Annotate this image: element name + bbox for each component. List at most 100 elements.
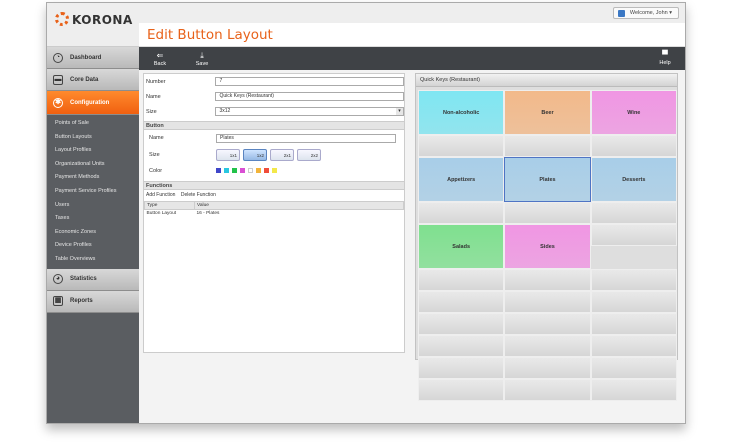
- quick-key-empty[interactable]: [590, 335, 677, 357]
- quick-key-empty[interactable]: [590, 224, 677, 246]
- size-2x1-button[interactable]: 2x1: [270, 148, 294, 161]
- add-function-button[interactable]: Add Function: [146, 192, 175, 198]
- button-name-row: Name Plates: [144, 130, 404, 146]
- sidebar-item-label: Reports: [70, 298, 93, 305]
- chevron-down-icon: ▾: [396, 108, 403, 115]
- quick-key-empty[interactable]: [504, 313, 591, 335]
- quick-key-sides[interactable]: Sides: [504, 224, 591, 269]
- report-icon: ▦: [53, 296, 63, 307]
- title-bar: Edit Button Layout: [139, 23, 685, 47]
- quick-key-salads[interactable]: Salads: [418, 224, 505, 269]
- quick-key-empty[interactable]: [590, 379, 677, 401]
- submenu-item-users[interactable]: Users: [47, 199, 139, 213]
- sidebar-item-statistics[interactable]: ◕ Statistics: [47, 268, 139, 291]
- sidebar-item-label: Statistics: [70, 276, 97, 283]
- quick-key-empty[interactable]: [418, 379, 505, 401]
- cell-type: Button Layout: [146, 211, 177, 216]
- color-swatch[interactable]: [224, 168, 229, 173]
- quick-key-empty[interactable]: [504, 291, 591, 313]
- save-label: Save: [195, 60, 209, 67]
- submenu-item-economic-zones[interactable]: Economic Zones: [47, 226, 139, 240]
- quick-key-empty[interactable]: [590, 357, 677, 379]
- quick-key-plates[interactable]: Plates: [504, 157, 591, 202]
- button-name-input[interactable]: Plates: [216, 133, 396, 143]
- quick-key-empty[interactable]: [504, 202, 591, 224]
- welcome-text: Welcome, John: [629, 10, 668, 16]
- layout-form: Number 7 Name Quick Keys (Restaurant) Si…: [143, 73, 405, 353]
- quick-key-empty[interactable]: [504, 379, 591, 401]
- quick-key-empty[interactable]: [590, 135, 677, 157]
- quick-keys-grid: Non-alcoholic Beer Wine Appetizers Plate…: [418, 90, 677, 401]
- button-size-label: Size: [149, 151, 160, 158]
- sidebar-item-reports[interactable]: ▦ Reports: [47, 290, 139, 313]
- submenu-item-points-of-sale[interactable]: Points of Sale: [47, 117, 139, 131]
- logo-text: KORONA: [72, 13, 133, 27]
- quick-key-empty[interactable]: [418, 335, 505, 357]
- sidebar-item-configuration[interactable]: ✱ Configuration: [47, 91, 139, 115]
- submenu-item-payment-methods[interactable]: Payment Methods: [47, 171, 139, 185]
- gear-icon: ✱: [53, 97, 63, 108]
- submenu-item-payment-service-profiles[interactable]: Payment Service Profiles: [47, 185, 139, 199]
- quick-key-empty[interactable]: [590, 202, 677, 224]
- quick-key-desserts[interactable]: Desserts: [590, 157, 677, 202]
- quick-key-empty[interactable]: [504, 135, 591, 157]
- size-select[interactable]: 3x12 ▾: [215, 107, 404, 116]
- sidebar-item-label: Configuration: [70, 99, 110, 106]
- back-label: Back: [153, 60, 167, 67]
- app-window: KORONA ◔ Dashboard ▬ Core Data ✱ Configu…: [46, 2, 686, 424]
- size-2x2-button[interactable]: 2x2: [297, 148, 321, 161]
- user-icon: [617, 10, 625, 17]
- color-swatch[interactable]: [232, 168, 237, 173]
- quick-key-empty[interactable]: [418, 135, 505, 157]
- submenu-item-table-overviews[interactable]: Table Overviews: [47, 253, 139, 267]
- save-button[interactable]: ⤓ Save: [181, 51, 223, 67]
- quick-key-empty[interactable]: [418, 202, 505, 224]
- color-swatch[interactable]: [248, 168, 253, 173]
- cell-value: 16 - Plates: [196, 211, 220, 216]
- quick-key-empty[interactable]: [590, 291, 677, 313]
- submenu-item-taxes[interactable]: Taxes: [47, 212, 139, 226]
- quick-key-empty[interactable]: [418, 269, 505, 291]
- name-input[interactable]: Quick Keys (Restaurant): [215, 92, 404, 101]
- quick-key-empty[interactable]: [418, 313, 505, 335]
- size-1x2-button[interactable]: 1x2: [243, 148, 267, 161]
- color-swatch[interactable]: [264, 168, 269, 173]
- back-button[interactable]: ⇐ Back: [139, 51, 181, 67]
- quick-key-non-alcoholic[interactable]: Non-alcoholic: [418, 90, 505, 135]
- size-1x1-button[interactable]: 1x1: [216, 148, 240, 161]
- quick-key-empty[interactable]: [504, 335, 591, 357]
- color-swatches: [216, 168, 277, 173]
- submenu-item-device-profiles[interactable]: Device Profiles: [47, 239, 139, 253]
- quick-key-beer[interactable]: Beer: [504, 90, 591, 135]
- quick-key-empty[interactable]: [418, 291, 505, 313]
- submenu-item-layout-profiles[interactable]: Layout Profiles: [47, 144, 139, 158]
- sidebar-item-dashboard[interactable]: ◔ Dashboard: [47, 47, 139, 69]
- color-swatch[interactable]: [256, 168, 261, 173]
- help-button[interactable]: ▀ Help: [645, 47, 685, 70]
- number-input[interactable]: 7: [215, 77, 404, 86]
- size-select-value: 3x12: [219, 108, 231, 114]
- back-arrow-icon: ⇐: [156, 50, 164, 60]
- sidebar-item-core-data[interactable]: ▬ Core Data: [47, 69, 139, 91]
- quick-key-empty[interactable]: [590, 269, 677, 291]
- color-swatch[interactable]: [240, 168, 245, 173]
- sidebar: KORONA ◔ Dashboard ▬ Core Data ✱ Configu…: [47, 3, 139, 423]
- help-label: Help: [659, 60, 671, 66]
- color-swatch[interactable]: [272, 168, 277, 173]
- quick-key-empty[interactable]: [418, 357, 505, 379]
- quick-key-empty[interactable]: [590, 313, 677, 335]
- functions-section-header: Functions: [144, 181, 404, 190]
- delete-function-button[interactable]: Delete Function: [181, 192, 216, 198]
- submenu-item-organizational-units[interactable]: Organizational Units: [47, 158, 139, 172]
- table-row[interactable]: Button Layout 16 - Plates: [145, 210, 404, 218]
- quick-keys-panel: Quick Keys (Restaurant) Non-alcoholic Be…: [415, 73, 678, 401]
- number-row: Number 7: [144, 74, 404, 89]
- quick-key-appetizers[interactable]: Appetizers: [418, 157, 505, 202]
- quick-key-empty[interactable]: [504, 357, 591, 379]
- quick-key-empty[interactable]: [504, 269, 591, 291]
- user-menu[interactable]: Welcome, John ▾: [612, 7, 679, 19]
- quick-key-wine[interactable]: Wine: [590, 90, 677, 135]
- submenu-item-button-layouts[interactable]: Button Layouts: [47, 131, 139, 145]
- color-row: Color: [144, 163, 404, 178]
- color-swatch[interactable]: [216, 168, 221, 173]
